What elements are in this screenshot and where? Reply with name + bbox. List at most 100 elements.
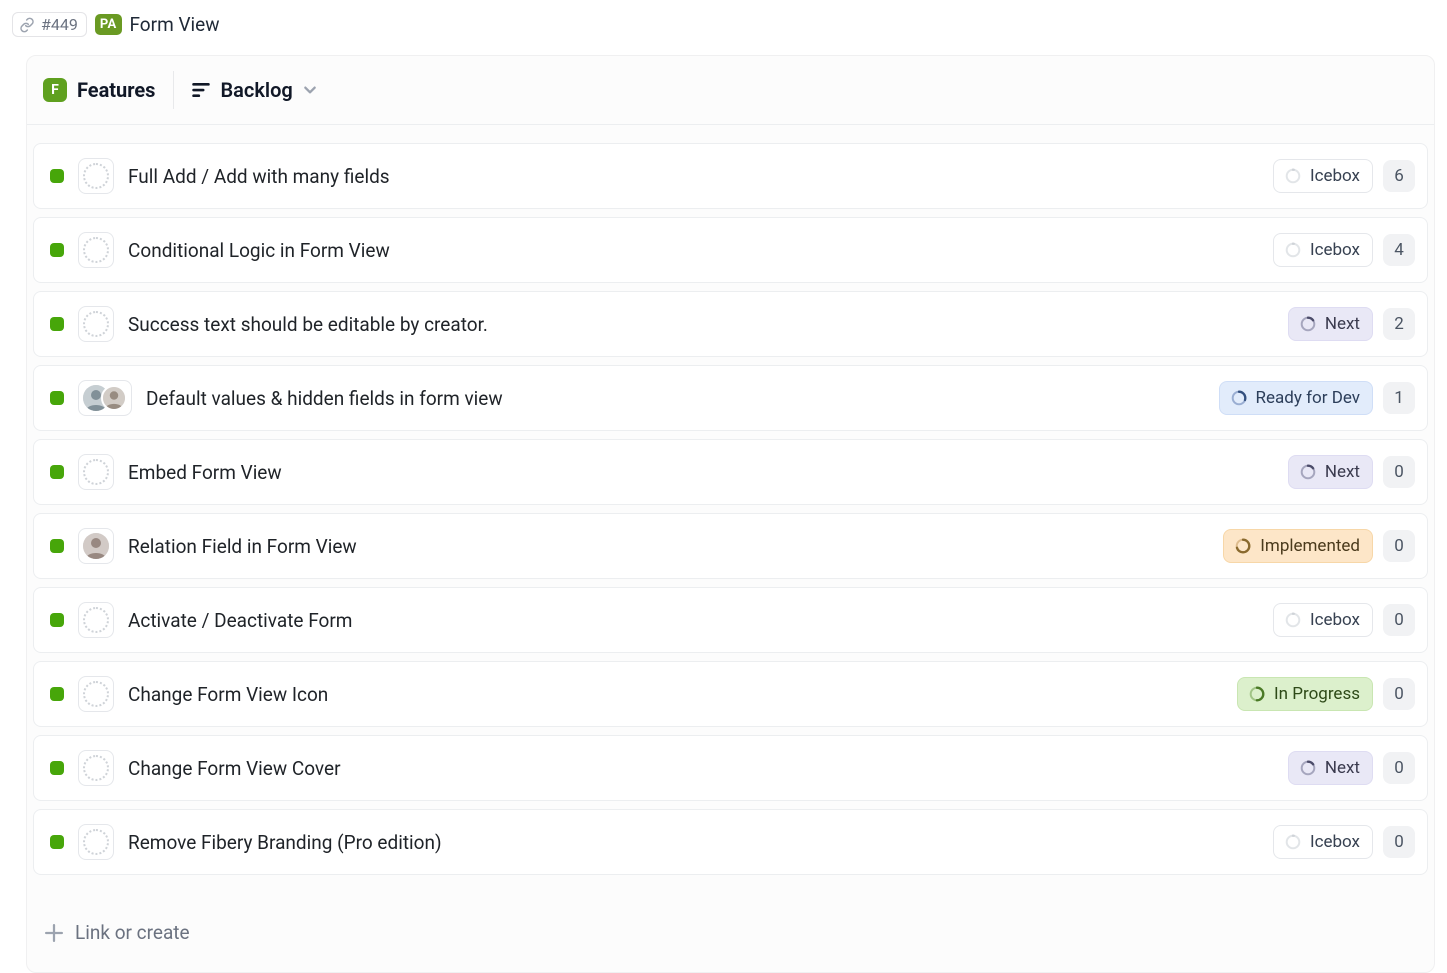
- feature-row[interactable]: Embed Form View Next 0: [33, 439, 1428, 505]
- row-right: Ready for Dev 1: [1219, 381, 1415, 415]
- assignee-selector[interactable]: [78, 528, 114, 564]
- status-pill[interactable]: Next: [1288, 455, 1373, 489]
- assignee-selector[interactable]: [78, 380, 132, 416]
- plus-icon: [45, 924, 63, 942]
- status-label: Next: [1325, 462, 1360, 482]
- feature-type-icon: [50, 391, 64, 405]
- assignee-empty-icon: [83, 459, 109, 485]
- assignee-selector[interactable]: [78, 454, 114, 490]
- link-icon: [19, 17, 35, 33]
- count-badge: 0: [1383, 456, 1415, 488]
- assignee-empty-icon: [83, 829, 109, 855]
- status-label: Icebox: [1310, 166, 1360, 186]
- feature-title: Success text should be editable by creat…: [128, 313, 1274, 336]
- count-badge: 6: [1383, 160, 1415, 192]
- row-right: Icebox 0: [1273, 825, 1415, 859]
- assignee-selector[interactable]: [78, 824, 114, 860]
- feature-row[interactable]: Remove Fibery Branding (Pro edition) Ice…: [33, 809, 1428, 875]
- feature-row[interactable]: Activate / Deactivate Form Icebox 0: [33, 587, 1428, 653]
- status-progress-icon: [1284, 241, 1302, 259]
- feature-type-icon: [50, 613, 64, 627]
- status-label: Icebox: [1310, 832, 1360, 852]
- tab-features[interactable]: F Features: [39, 56, 173, 124]
- link-or-create-label: Link or create: [75, 921, 190, 944]
- backlog-icon: [192, 83, 210, 97]
- assignee-empty-icon: [83, 311, 109, 337]
- feature-title: Full Add / Add with many fields: [128, 165, 1259, 188]
- feature-title: Relation Field in Form View: [128, 535, 1209, 558]
- assignee-selector[interactable]: [78, 232, 114, 268]
- feature-title: Conditional Logic in Form View: [128, 239, 1259, 262]
- status-progress-icon: [1284, 833, 1302, 851]
- feature-title: Change Form View Icon: [128, 683, 1223, 706]
- assignee-selector[interactable]: [78, 602, 114, 638]
- feature-type-icon: [50, 169, 64, 183]
- status-progress-icon: [1284, 611, 1302, 629]
- status-label: Icebox: [1310, 240, 1360, 260]
- breadcrumb: #449 PA Form View: [12, 12, 1435, 37]
- assignee-selector[interactable]: [78, 306, 114, 342]
- row-right: Icebox 4: [1273, 233, 1415, 267]
- header-divider: [173, 71, 174, 109]
- feature-row[interactable]: Change Form View Cover Next 0: [33, 735, 1428, 801]
- assignee-selector[interactable]: [78, 158, 114, 194]
- view-selector[interactable]: Backlog: [178, 56, 330, 124]
- status-pill[interactable]: Icebox: [1273, 233, 1373, 267]
- status-progress-icon: [1234, 537, 1252, 555]
- status-progress-icon: [1248, 685, 1266, 703]
- features-panel: F Features Backlog Full Add / Add with m…: [26, 55, 1435, 973]
- row-right: Icebox 6: [1273, 159, 1415, 193]
- chevron-down-icon: [303, 83, 317, 97]
- status-pill[interactable]: Icebox: [1273, 825, 1373, 859]
- assignee-selector[interactable]: [78, 750, 114, 786]
- status-pill[interactable]: Icebox: [1273, 603, 1373, 637]
- status-pill[interactable]: In Progress: [1237, 677, 1373, 711]
- feature-row[interactable]: Default values & hidden fields in form v…: [33, 365, 1428, 431]
- feature-row[interactable]: Success text should be editable by creat…: [33, 291, 1428, 357]
- feature-type-icon: [50, 317, 64, 331]
- link-or-create-input[interactable]: Link or create: [27, 893, 1434, 972]
- breadcrumb-parent-link[interactable]: #449: [12, 12, 87, 37]
- feature-title: Embed Form View: [128, 461, 1274, 484]
- assignee-selector[interactable]: [78, 676, 114, 712]
- feature-type-icon: [50, 539, 64, 553]
- breadcrumb-badge: PA: [95, 14, 122, 35]
- status-label: Next: [1325, 314, 1360, 334]
- avatar: [101, 385, 127, 411]
- feature-row[interactable]: Conditional Logic in Form View Icebox 4: [33, 217, 1428, 283]
- count-badge: 0: [1383, 826, 1415, 858]
- count-badge: 0: [1383, 604, 1415, 636]
- feature-type-icon: [50, 465, 64, 479]
- status-pill[interactable]: Icebox: [1273, 159, 1373, 193]
- feature-title: Change Form View Cover: [128, 757, 1274, 780]
- status-progress-icon: [1299, 759, 1317, 777]
- feature-type-icon: [50, 243, 64, 257]
- feature-title: Activate / Deactivate Form: [128, 609, 1259, 632]
- assignee-empty-icon: [83, 681, 109, 707]
- feature-row[interactable]: Full Add / Add with many fields Icebox 6: [33, 143, 1428, 209]
- status-label: Ready for Dev: [1256, 388, 1360, 408]
- row-right: In Progress 0: [1237, 677, 1415, 711]
- assignee-empty-icon: [83, 607, 109, 633]
- feature-title: Remove Fibery Branding (Pro edition): [128, 831, 1259, 854]
- status-label: Icebox: [1310, 610, 1360, 630]
- status-pill[interactable]: Implemented: [1223, 529, 1373, 563]
- assignee-empty-icon: [83, 163, 109, 189]
- status-progress-icon: [1299, 463, 1317, 481]
- status-label: In Progress: [1274, 684, 1360, 704]
- status-pill[interactable]: Next: [1288, 307, 1373, 341]
- feature-badge-icon: F: [43, 78, 67, 102]
- row-right: Next 2: [1288, 307, 1415, 341]
- feature-list: Full Add / Add with many fields Icebox 6…: [27, 125, 1434, 893]
- status-pill[interactable]: Ready for Dev: [1219, 381, 1373, 415]
- feature-row[interactable]: Relation Field in Form View Implemented …: [33, 513, 1428, 579]
- assignee-empty-icon: [83, 755, 109, 781]
- status-pill[interactable]: Next: [1288, 751, 1373, 785]
- panel-header: F Features Backlog: [27, 56, 1434, 125]
- status-label: Implemented: [1260, 536, 1360, 556]
- feature-row[interactable]: Change Form View Icon In Progress 0: [33, 661, 1428, 727]
- avatar: [83, 533, 109, 559]
- assignee-empty-icon: [83, 237, 109, 263]
- feature-type-icon: [50, 761, 64, 775]
- count-badge: 2: [1383, 308, 1415, 340]
